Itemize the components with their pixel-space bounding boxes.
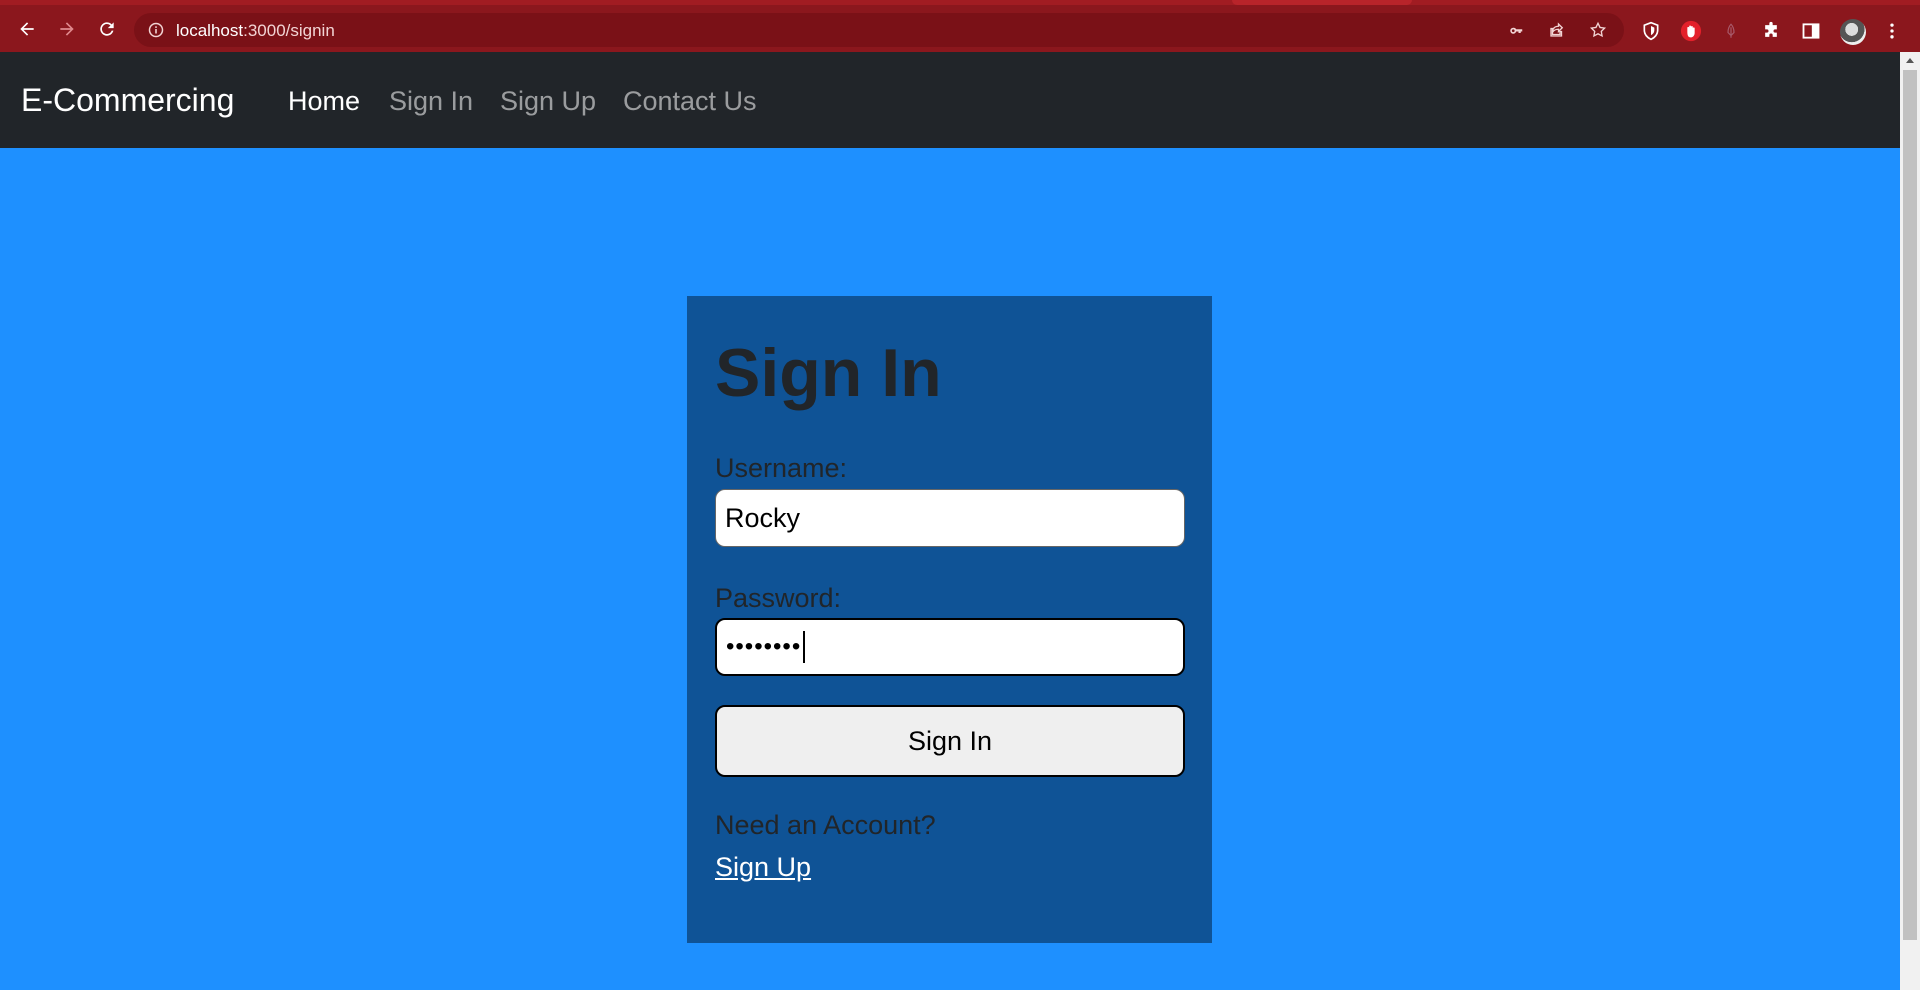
sign-in-card: Sign In Username: Rocky Password: ••••••… — [687, 296, 1212, 943]
brave-shield-icon[interactable] — [1640, 20, 1662, 42]
url-text[interactable]: localhost:3000/signin — [176, 21, 335, 41]
password-label: Password: — [715, 583, 842, 613]
browser-toolbar: localhost:3000/signin — [0, 0, 1920, 52]
sign-up-link[interactable]: Sign Up — [715, 852, 811, 883]
nav-link-sign-up[interactable]: Sign Up — [500, 86, 596, 117]
reload-icon[interactable] — [95, 17, 119, 41]
hand-stop-icon[interactable] — [1680, 20, 1702, 42]
site-navbar: E-Commercing Home Sign In Sign Up Contac… — [0, 52, 1900, 148]
username-input[interactable]: Rocky — [715, 489, 1185, 547]
brand-logo-text[interactable]: E-Commercing — [21, 82, 234, 119]
username-label: Username: — [715, 453, 848, 483]
text-caret — [803, 631, 806, 663]
star-icon[interactable] — [1589, 21, 1607, 39]
back-arrow-icon[interactable] — [15, 17, 39, 41]
vertical-scrollbar[interactable] — [1900, 52, 1920, 990]
address-bar[interactable]: localhost:3000/signin — [134, 13, 1624, 47]
forward-arrow-icon[interactable] — [55, 17, 79, 41]
sidebar-icon[interactable] — [1800, 20, 1822, 42]
nav-link-home[interactable]: Home — [288, 86, 360, 117]
nav-link-sign-in[interactable]: Sign In — [389, 86, 473, 117]
profile-avatar[interactable] — [1840, 19, 1866, 45]
password-input[interactable]: •••••••• — [715, 618, 1185, 676]
sign-in-button[interactable]: Sign In — [715, 705, 1185, 777]
need-account-text: Need an Account? — [715, 810, 936, 840]
password-mask: •••••••• — [726, 633, 802, 660]
page-title: Sign In — [715, 335, 942, 411]
share-icon[interactable] — [1548, 21, 1566, 39]
key-icon[interactable] — [1508, 21, 1526, 39]
active-tab-edge[interactable] — [1232, 0, 1412, 5]
menu-dots-icon[interactable] — [1881, 20, 1903, 42]
nav-link-contact-us[interactable]: Contact Us — [623, 86, 757, 117]
scroll-up-arrow-icon[interactable] — [1906, 58, 1914, 63]
feather-icon[interactable] — [1720, 20, 1742, 42]
username-value: Rocky — [725, 502, 801, 533]
puzzle-icon[interactable] — [1760, 20, 1782, 42]
info-icon[interactable] — [148, 22, 164, 38]
scrollbar-thumb[interactable] — [1903, 70, 1917, 940]
